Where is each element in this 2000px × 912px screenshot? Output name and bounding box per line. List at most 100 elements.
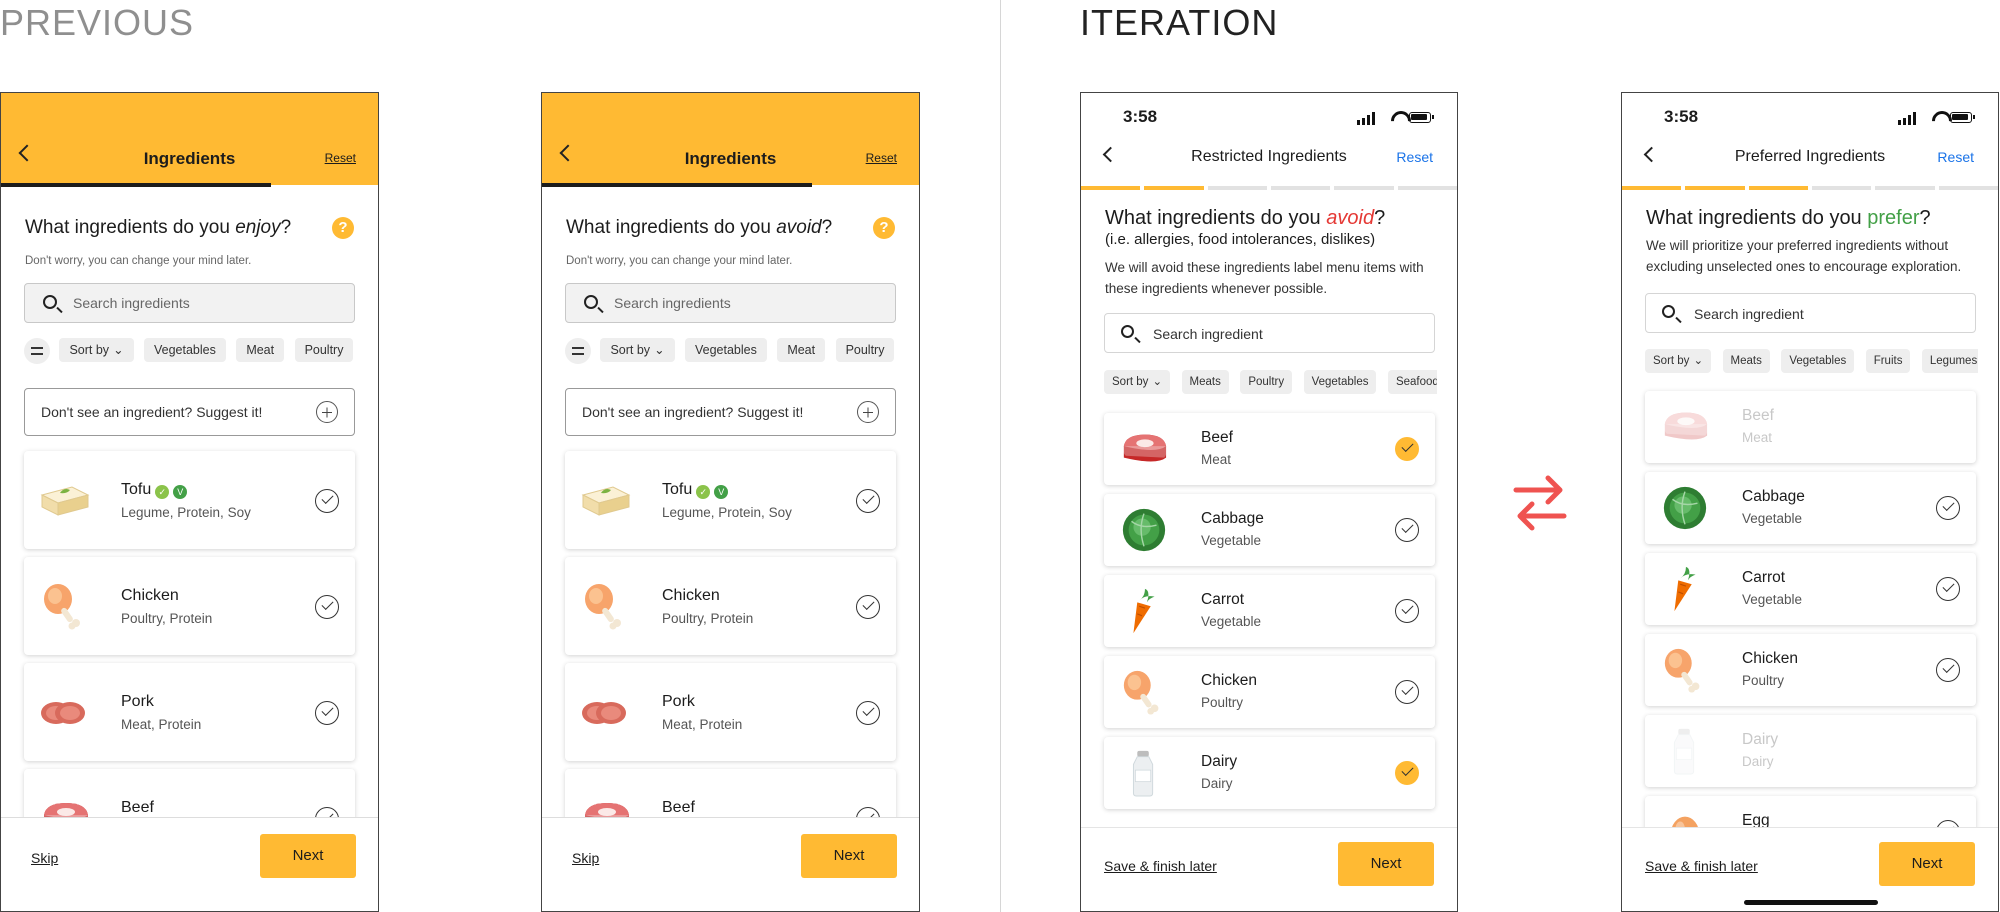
battery-icon (1950, 112, 1975, 123)
chip-vegetables[interactable]: Vegetables (144, 338, 226, 362)
chip-legumes[interactable]: Legumes (1921, 349, 1978, 373)
filter-sliders-icon[interactable] (565, 338, 591, 364)
progress-segments (1622, 186, 1998, 190)
question-emphasis: prefer (1867, 207, 1920, 229)
ingredient-name: Chicken (1742, 650, 1798, 667)
chip-vegetables[interactable]: Vegetables (1781, 349, 1855, 373)
list-item[interactable]: Beef Meat (1104, 413, 1435, 485)
chip-poultry[interactable]: Poultry (835, 338, 895, 362)
list-item[interactable]: Carrot Vegetable (1104, 575, 1435, 647)
list-item[interactable]: Chicken Poultry, Protein (565, 557, 896, 655)
check-circle-icon[interactable] (315, 595, 339, 619)
chip-meat[interactable]: Meat (777, 338, 826, 362)
check-circle-icon[interactable] (1395, 437, 1419, 461)
search-icon (584, 295, 598, 309)
chip-vegetables[interactable]: Vegetables (1303, 370, 1377, 394)
chip-poultry[interactable]: Poultry (1240, 370, 1293, 394)
footer-bar: Save & finish later Next (1622, 827, 1998, 911)
reset-link[interactable]: Reset (1937, 149, 1974, 165)
reset-link[interactable]: Reset (325, 151, 356, 165)
check-circle-icon[interactable] (856, 489, 880, 513)
check-circle-icon[interactable] (1395, 680, 1419, 704)
footer-bar: Skip Next (542, 817, 919, 911)
skip-link[interactable]: Skip (31, 850, 58, 866)
skip-link[interactable]: Skip (572, 850, 599, 866)
check-circle-icon[interactable] (1936, 496, 1960, 520)
suggest-text: Don't see an ingredient? Suggest it! (41, 404, 263, 420)
search-input[interactable]: Search ingredients (24, 283, 355, 323)
ingredient-name: Beef (662, 799, 695, 816)
question-heading: What ingredients do you enjoy? (25, 217, 291, 239)
check-circle-icon[interactable] (1395, 761, 1419, 785)
check-circle-icon[interactable] (315, 489, 339, 513)
save-finish-later-link[interactable]: Save & finish later (1645, 858, 1758, 874)
ingredient-tags: Meat, Protein (121, 717, 202, 732)
list-item[interactable]: Pork Meat, Protein (565, 663, 896, 761)
carrot-icon (1118, 587, 1170, 635)
chip-sort-by[interactable]: Sort by (600, 338, 675, 362)
list-item[interactable]: Dairy Dairy (1104, 737, 1435, 809)
next-button[interactable]: Next (1879, 842, 1975, 886)
list-item[interactable]: Tofu ✓ V Legume, Protein, Soy (565, 451, 896, 549)
help-icon[interactable]: ? (332, 217, 354, 239)
filter-sliders-icon[interactable] (24, 338, 50, 364)
list-item[interactable]: Cabbage Vegetable (1645, 472, 1976, 544)
check-circle-icon[interactable] (856, 701, 880, 725)
milk-bottle-icon (1659, 727, 1711, 775)
phone-old-avoid: Ingredients Reset What ingredients do yo… (541, 92, 920, 912)
question-heading: What ingredients do you avoid? (1105, 207, 1386, 229)
help-icon[interactable]: ? (873, 217, 895, 239)
chip-vegetables[interactable]: Vegetables (685, 338, 767, 362)
reset-link[interactable]: Reset (1396, 149, 1433, 165)
search-input[interactable]: Search ingredient (1104, 313, 1435, 353)
chip-meats[interactable]: Meats (1722, 349, 1770, 373)
next-button[interactable]: Next (801, 834, 897, 878)
ingredient-name: Cabbage (1201, 510, 1264, 527)
ingredient-list: Tofu ✓ V Legume, Protein, Soy Chicken Poul… (565, 451, 896, 875)
list-item[interactable]: Chicken Poultry (1645, 634, 1976, 706)
chip-sort-by[interactable]: Sort by (1645, 349, 1712, 373)
check-circle-icon[interactable] (1395, 599, 1419, 623)
chicken-leg-icon (1659, 646, 1711, 694)
save-finish-later-link[interactable]: Save & finish later (1104, 858, 1217, 874)
search-placeholder: Search ingredients (73, 295, 190, 311)
status-icons (1357, 111, 1434, 125)
check-circle-icon[interactable] (856, 595, 880, 619)
ingredient-name: Carrot (1742, 569, 1786, 586)
chip-meat[interactable]: Meat (236, 338, 285, 362)
cabbage-icon (1118, 506, 1170, 554)
next-button[interactable]: Next (260, 834, 356, 878)
chip-poultry[interactable]: Poultry (294, 338, 354, 362)
reset-link[interactable]: Reset (866, 151, 897, 165)
search-placeholder: Search ingredient (1153, 326, 1263, 342)
list-item[interactable]: Tofu ✓ V Legume, Protein, Soy (24, 451, 355, 549)
question-mark: ? (821, 217, 833, 238)
wifi-icon (1932, 111, 1946, 123)
carrot-icon (1659, 565, 1711, 613)
question-emphasis: avoid (1326, 207, 1375, 229)
check-circle-icon[interactable] (1395, 518, 1419, 542)
chip-sort-by[interactable]: Sort by (1104, 370, 1171, 394)
check-circle-icon[interactable] (1936, 658, 1960, 682)
vegan-badge-icon: V (173, 485, 188, 499)
filter-chips: Sort by Vegetables Meat Poultry Ca (24, 338, 355, 364)
check-circle-icon[interactable] (315, 701, 339, 725)
search-placeholder: Search ingredient (1694, 306, 1804, 322)
search-input[interactable]: Search ingredients (565, 283, 896, 323)
header-title: Ingredients (684, 149, 777, 168)
chip-meats[interactable]: Meats (1181, 370, 1229, 394)
chip-seafood[interactable]: Seafood (1387, 370, 1437, 394)
list-item[interactable]: Cabbage Vegetable (1104, 494, 1435, 566)
check-circle-icon[interactable] (1936, 577, 1960, 601)
list-item[interactable]: Pork Meat, Protein (24, 663, 355, 761)
suggest-ingredient-button[interactable]: Don't see an ingredient? Suggest it! (24, 388, 355, 436)
chip-fruits[interactable]: Fruits (1865, 349, 1911, 373)
list-item[interactable]: Chicken Poultry (1104, 656, 1435, 728)
list-item[interactable]: Chicken Poultry, Protein (24, 557, 355, 655)
suggest-ingredient-button[interactable]: Don't see an ingredient? Suggest it! (565, 388, 896, 436)
list-item[interactable]: Carrot Vegetable (1645, 553, 1976, 625)
chip-sort-by[interactable]: Sort by (59, 338, 134, 362)
search-input[interactable]: Search ingredient (1645, 293, 1976, 333)
next-button[interactable]: Next (1338, 842, 1434, 886)
footer-bar: Save & finish later Next (1081, 827, 1457, 911)
